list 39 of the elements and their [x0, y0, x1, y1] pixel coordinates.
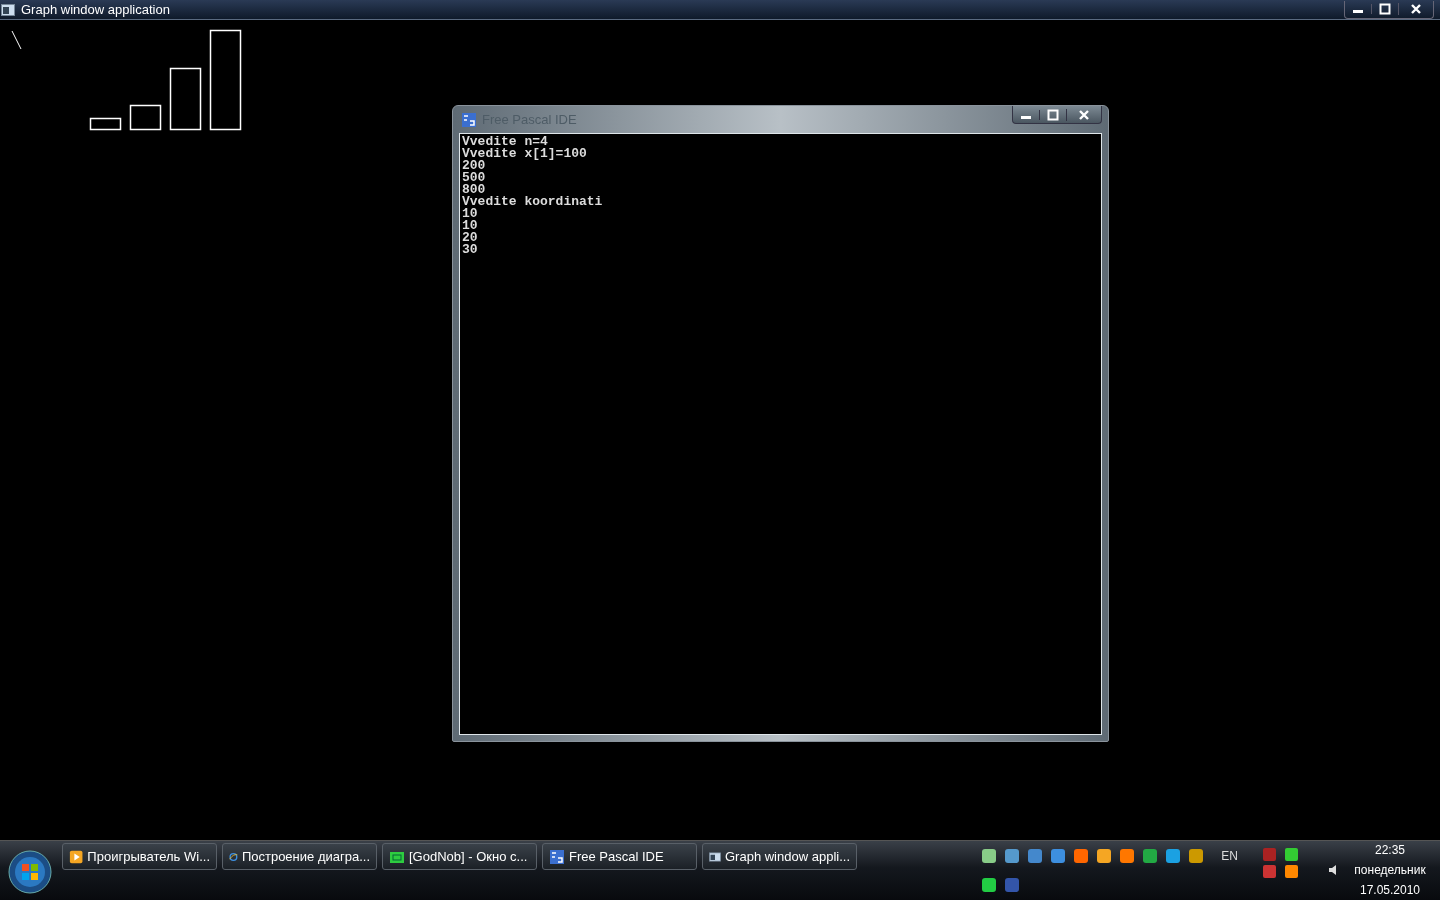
tray-icon[interactable]: [1027, 848, 1044, 864]
app-icon: [549, 848, 565, 865]
tray-icon[interactable]: [981, 848, 998, 864]
tray-icon[interactable]: [1073, 848, 1090, 864]
console-line: 10: [462, 208, 478, 220]
window-icon: [1, 3, 15, 16]
taskbar-button[interactable]: Проигрыватель Wi...: [62, 843, 217, 870]
tray-icon[interactable]: [1188, 848, 1205, 864]
tray-icon[interactable]: [1284, 848, 1299, 862]
console-line: Vvedite n=4: [462, 136, 548, 148]
console-line: 20: [462, 232, 478, 244]
taskbar-button[interactable]: Free Pascal IDE: [542, 843, 697, 870]
tray-icon[interactable]: [1050, 848, 1067, 864]
weekday-label[interactable]: понедельник: [1354, 863, 1426, 877]
language-indicator[interactable]: EN: [1221, 849, 1238, 900]
console-line: Vvedite x[1]=100: [462, 148, 587, 160]
tray-icon[interactable]: [1119, 848, 1136, 864]
console-line: 10: [462, 220, 478, 232]
app-icon: [461, 111, 477, 128]
clock-time[interactable]: 22:35: [1375, 843, 1405, 857]
console-line: Vvedite koordinati: [462, 196, 603, 208]
play-icon: [69, 848, 84, 865]
tray-icon[interactable]: [1004, 848, 1021, 864]
date-label[interactable]: 17.05.2010: [1359, 883, 1421, 897]
tray-icon[interactable]: [1165, 848, 1182, 864]
taskbar-button[interactable]: [GodNob] - Окно с...: [382, 843, 537, 870]
taskbar-button[interactable]: Построение диагра...: [222, 843, 377, 870]
start-button[interactable]: [8, 850, 52, 894]
console-line: 800: [462, 184, 486, 196]
taskbar-button[interactable]: Graph window appli...: [702, 843, 857, 870]
window-title: Graph window application: [21, 2, 170, 17]
console-line: 30: [462, 244, 478, 256]
console-line: 500: [462, 172, 486, 184]
tray-icon[interactable]: [981, 877, 998, 893]
tray-icon[interactable]: [1142, 848, 1159, 864]
console-line: 200: [462, 160, 486, 172]
tray-icon[interactable]: [1096, 848, 1113, 864]
tray-icon[interactable]: [1284, 865, 1299, 879]
diagonal-line: [11, 30, 22, 50]
